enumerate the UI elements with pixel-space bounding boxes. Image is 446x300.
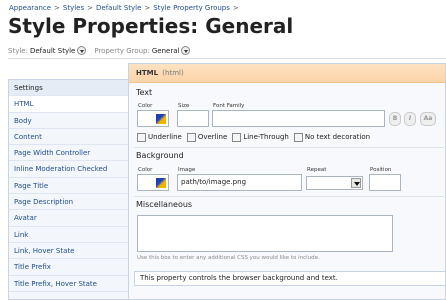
- color-picker-icon: [156, 113, 166, 124]
- sidebar-item-body[interactable]: Body: [9, 113, 128, 129]
- underline-option[interactable]: Underline: [137, 132, 182, 142]
- line-through-checkbox[interactable]: [232, 132, 242, 142]
- sidebar-item-content[interactable]: Content: [9, 129, 128, 146]
- overline-option[interactable]: Overline: [186, 132, 228, 142]
- background-position-label: Position: [370, 167, 392, 173]
- sidebar-item-link[interactable]: Link: [9, 227, 128, 243]
- repeat-selected-value: [307, 186, 310, 194]
- background-image-label: Image: [178, 167, 196, 173]
- background-section-title: Background: [136, 151, 184, 160]
- group-dropdown-icon[interactable]: [181, 46, 191, 55]
- no-decoration-label: No text decoration: [304, 133, 371, 141]
- style-filter-value[interactable]: Default Style: [30, 47, 75, 55]
- sidebar-item-avatar[interactable]: Avatar: [9, 210, 128, 227]
- no-decoration-option[interactable]: No text decoration: [293, 132, 371, 142]
- section-divider: [134, 196, 446, 197]
- style-filter-label: Style:: [8, 46, 28, 55]
- background-color-picker[interactable]: [137, 174, 169, 191]
- no-decoration-checkbox[interactable]: [293, 132, 303, 142]
- background-image-input[interactable]: path/to/image.png: [177, 174, 302, 191]
- bold-button[interactable]: B: [389, 112, 401, 126]
- sidebar-item-page-title[interactable]: Page Title: [9, 178, 128, 195]
- chevron-down-icon[interactable]: [351, 178, 361, 188]
- overline-label: Overline: [197, 133, 228, 141]
- text-color-label: Color: [138, 103, 153, 109]
- underline-checkbox[interactable]: [137, 132, 146, 142]
- property-description: This property controls the browser backg…: [134, 271, 446, 286]
- overline-checkbox[interactable]: [186, 132, 196, 142]
- background-repeat-label: Repeat: [307, 167, 327, 173]
- text-section-title: Text: [136, 88, 153, 97]
- font-family-label: Font Family: [213, 103, 245, 109]
- header-divider: [8, 58, 446, 59]
- text-case-button[interactable]: Aa: [420, 112, 436, 126]
- sidebar: Settings HTML Body Content Page Width Co…: [8, 79, 129, 300]
- text-size-label: Size: [178, 103, 190, 109]
- group-filter-label: Property Group:: [94, 46, 150, 55]
- sidebar-item-page-width-controller[interactable]: Page Width Controller: [9, 145, 128, 162]
- panel-property-name: HTML: [136, 69, 159, 77]
- text-color-picker[interactable]: [137, 110, 169, 127]
- sidebar-item-html[interactable]: HTML: [9, 96, 128, 113]
- line-through-label: Line-Through: [243, 133, 289, 141]
- panel-property-code: (html): [162, 69, 184, 77]
- sidebar-item-link-hover-state[interactable]: Link, Hover State: [9, 243, 128, 260]
- misc-section-title: Miscellaneous: [136, 200, 193, 209]
- group-filter-value[interactable]: General: [152, 47, 180, 55]
- extra-css-hint: Use this box to enter any additional CSS…: [137, 255, 320, 261]
- background-repeat-select[interactable]: [306, 176, 363, 190]
- underline-label: Underline: [148, 133, 182, 141]
- line-through-option[interactable]: Line-Through: [232, 132, 289, 142]
- page-title: Style Properties: General: [8, 14, 294, 38]
- sidebar-item-settings: Settings: [9, 80, 128, 97]
- sidebar-item-inline-moderation-checked[interactable]: Inline Moderation Checked: [9, 161, 128, 178]
- filter-row: Style: Default Style Property Group: Gen…: [8, 45, 191, 56]
- panel-header: HTML (html): [129, 64, 445, 83]
- background-position-input[interactable]: [369, 174, 401, 191]
- italic-button[interactable]: I: [404, 112, 416, 126]
- background-color-label: Color: [138, 167, 153, 173]
- font-family-input[interactable]: [212, 110, 385, 127]
- text-decoration-options: Underline Overline Line-Through No text …: [137, 131, 375, 143]
- section-divider: [134, 147, 446, 148]
- style-dropdown-icon[interactable]: [77, 46, 87, 55]
- sidebar-item-title-prefix-hover-state[interactable]: Title Prefix, Hover State: [9, 276, 128, 292]
- text-size-input[interactable]: [177, 110, 209, 127]
- sidebar-item-page-description[interactable]: Page Description: [9, 194, 128, 211]
- extra-css-textarea[interactable]: [137, 215, 393, 252]
- color-picker-icon: [156, 177, 166, 188]
- sidebar-item-title-prefix[interactable]: Title Prefix: [9, 259, 128, 276]
